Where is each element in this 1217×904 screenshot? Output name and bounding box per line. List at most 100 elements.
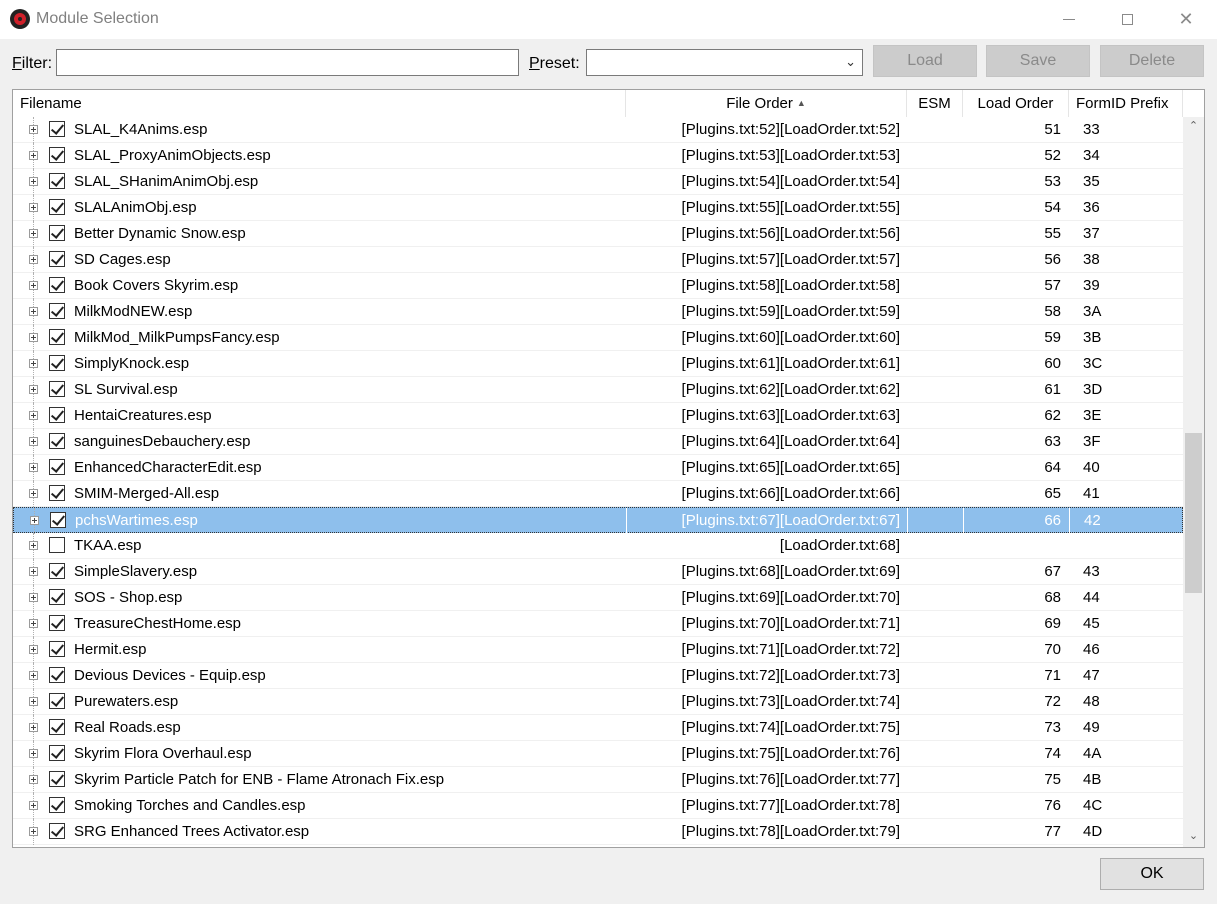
maximize-button[interactable] bbox=[1098, 0, 1156, 38]
expand-icon[interactable] bbox=[29, 593, 38, 602]
module-checkbox[interactable] bbox=[49, 173, 65, 189]
module-checkbox[interactable] bbox=[49, 589, 65, 605]
expand-icon[interactable] bbox=[29, 827, 38, 836]
table-row[interactable]: Smoking Torches and Candles.esp [Plugins.… bbox=[13, 793, 1183, 819]
table-row[interactable]: TreasureChestHome.esp [Plugins.txt:70][Lo… bbox=[13, 611, 1183, 637]
ok-button[interactable]: OK bbox=[1100, 858, 1204, 890]
load-button[interactable]: Load bbox=[873, 45, 977, 77]
scroll-up-icon[interactable]: ⌃ bbox=[1183, 117, 1204, 135]
module-checkbox[interactable] bbox=[49, 797, 65, 813]
module-checkbox[interactable] bbox=[49, 147, 65, 163]
module-checkbox[interactable] bbox=[49, 433, 65, 449]
expand-icon[interactable] bbox=[29, 411, 38, 420]
module-checkbox[interactable] bbox=[49, 485, 65, 501]
module-checkbox[interactable] bbox=[49, 537, 65, 553]
expand-icon[interactable] bbox=[29, 671, 38, 680]
module-checkbox[interactable] bbox=[49, 719, 65, 735]
table-row[interactable]: SLAL_K4Anims.esp [Plugins.txt:52][LoadOrd… bbox=[13, 117, 1183, 143]
expand-icon[interactable] bbox=[29, 359, 38, 368]
module-checkbox[interactable] bbox=[49, 381, 65, 397]
module-checkbox[interactable] bbox=[49, 641, 65, 657]
expand-icon[interactable] bbox=[29, 177, 38, 186]
column-header-filename[interactable]: Filename bbox=[13, 90, 626, 117]
module-checkbox[interactable] bbox=[49, 563, 65, 579]
table-row[interactable]: pchsWartimes.esp [Plugins.txt:67][LoadOrd… bbox=[13, 507, 1184, 534]
filter-input[interactable] bbox=[56, 49, 519, 76]
expand-icon[interactable] bbox=[30, 516, 39, 525]
column-header-formid-prefix[interactable]: FormID Prefix bbox=[1069, 90, 1183, 117]
module-checkbox[interactable] bbox=[49, 615, 65, 631]
module-checkbox[interactable] bbox=[49, 745, 65, 761]
save-button[interactable]: Save bbox=[986, 45, 1090, 77]
module-checkbox[interactable] bbox=[49, 303, 65, 319]
expand-icon[interactable] bbox=[29, 307, 38, 316]
expand-icon[interactable] bbox=[29, 333, 38, 342]
expand-icon[interactable] bbox=[29, 645, 38, 654]
expand-icon[interactable] bbox=[29, 489, 38, 498]
expand-icon[interactable] bbox=[29, 281, 38, 290]
expand-icon[interactable] bbox=[29, 229, 38, 238]
module-checkbox[interactable] bbox=[49, 771, 65, 787]
expand-icon[interactable] bbox=[29, 619, 38, 628]
column-header-esm[interactable]: ESM bbox=[907, 90, 963, 117]
scroll-down-icon[interactable]: ⌄ bbox=[1183, 827, 1204, 845]
table-row[interactable]: SOS - Shop.esp [Plugins.txt:69][LoadOrder… bbox=[13, 585, 1183, 611]
vertical-scrollbar[interactable]: ⌃ ⌄ bbox=[1183, 117, 1204, 847]
table-row[interactable]: SMIM-Merged-All.esp [Plugins.txt:66][Load… bbox=[13, 481, 1183, 507]
table-row[interactable]: MilkMod_MilkPumpsFancy.esp [Plugins.txt:6… bbox=[13, 325, 1183, 351]
module-checkbox[interactable] bbox=[49, 693, 65, 709]
table-row[interactable]: SRG Enhanced Trees Activator.esp [Plugins… bbox=[13, 819, 1183, 845]
expand-icon[interactable] bbox=[29, 385, 38, 394]
table-row[interactable]: SimpleSlavery.esp [Plugins.txt:68][LoadOr… bbox=[13, 559, 1183, 585]
module-checkbox[interactable] bbox=[49, 667, 65, 683]
table-row[interactable]: SLAL_ProxyAnimObjects.esp [Plugins.txt:53… bbox=[13, 143, 1183, 169]
expand-icon[interactable] bbox=[29, 775, 38, 784]
table-row[interactable]: Devious Devices - Equip.esp [Plugins.txt:… bbox=[13, 663, 1183, 689]
expand-icon[interactable] bbox=[29, 801, 38, 810]
expand-icon[interactable] bbox=[29, 151, 38, 160]
table-row[interactable]: SLAL_SHanimAnimObj.esp [Plugins.txt:54][L… bbox=[13, 169, 1183, 195]
table-row[interactable]: SimplyKnock.esp [Plugins.txt:61][LoadOrde… bbox=[13, 351, 1183, 377]
module-checkbox[interactable] bbox=[49, 459, 65, 475]
expand-icon[interactable] bbox=[29, 255, 38, 264]
table-row[interactable]: MilkModNEW.esp [Plugins.txt:59][LoadOrder… bbox=[13, 299, 1183, 325]
table-row[interactable]: Book Covers Skyrim.esp [Plugins.txt:58][L… bbox=[13, 273, 1183, 299]
expand-icon[interactable] bbox=[29, 541, 38, 550]
expand-icon[interactable] bbox=[29, 437, 38, 446]
table-row[interactable]: Skyrim Particle Patch for ENB - Flame At… bbox=[13, 767, 1183, 793]
table-row[interactable]: HentaiCreatures.esp [Plugins.txt:63][Load… bbox=[13, 403, 1183, 429]
module-checkbox[interactable] bbox=[49, 329, 65, 345]
expand-icon[interactable] bbox=[29, 463, 38, 472]
expand-icon[interactable] bbox=[29, 749, 38, 758]
table-row[interactable]: EnhancedCharacterEdit.esp [Plugins.txt:65… bbox=[13, 455, 1183, 481]
table-row[interactable]: Real Roads.esp [Plugins.txt:74][LoadOrder… bbox=[13, 715, 1183, 741]
module-checkbox[interactable] bbox=[49, 407, 65, 423]
delete-button[interactable]: Delete bbox=[1100, 45, 1204, 77]
table-row[interactable]: sanguinesDebauchery.esp [Plugins.txt:64][… bbox=[13, 429, 1183, 455]
module-checkbox[interactable] bbox=[49, 251, 65, 267]
expand-icon[interactable] bbox=[29, 567, 38, 576]
minimize-button[interactable] bbox=[1040, 0, 1098, 38]
table-row[interactable]: Skyrim Flora Overhaul.esp [Plugins.txt:75… bbox=[13, 741, 1183, 767]
module-checkbox[interactable] bbox=[49, 277, 65, 293]
module-checkbox[interactable] bbox=[50, 512, 66, 528]
table-row[interactable]: SLALAnimObj.esp [Plugins.txt:55][LoadOrde… bbox=[13, 195, 1183, 221]
close-button[interactable]: ✕ bbox=[1157, 0, 1215, 38]
module-checkbox[interactable] bbox=[49, 225, 65, 241]
expand-icon[interactable] bbox=[29, 203, 38, 212]
module-checkbox[interactable] bbox=[49, 823, 65, 839]
expand-icon[interactable] bbox=[29, 723, 38, 732]
column-header-file-order[interactable]: File Order ▲ bbox=[626, 90, 907, 117]
module-checkbox[interactable] bbox=[49, 121, 65, 137]
table-row[interactable]: Purewaters.esp [Plugins.txt:73][LoadOrder… bbox=[13, 689, 1183, 715]
table-row[interactable]: Hermit.esp [Plugins.txt:71][LoadOrder.txt… bbox=[13, 637, 1183, 663]
module-checkbox[interactable] bbox=[49, 199, 65, 215]
scroll-thumb[interactable] bbox=[1185, 433, 1202, 593]
module-checkbox[interactable] bbox=[49, 355, 65, 371]
table-row[interactable]: Better Dynamic Snow.esp [Plugins.txt:56][… bbox=[13, 221, 1183, 247]
column-header-load-order[interactable]: Load Order bbox=[963, 90, 1069, 117]
expand-icon[interactable] bbox=[29, 125, 38, 134]
preset-dropdown[interactable]: ⌄ bbox=[586, 49, 863, 76]
table-row[interactable]: SD Cages.esp [Plugins.txt:57][LoadOrder.t… bbox=[13, 247, 1183, 273]
table-row[interactable]: SL Survival.esp [Plugins.txt:62][LoadOrde… bbox=[13, 377, 1183, 403]
